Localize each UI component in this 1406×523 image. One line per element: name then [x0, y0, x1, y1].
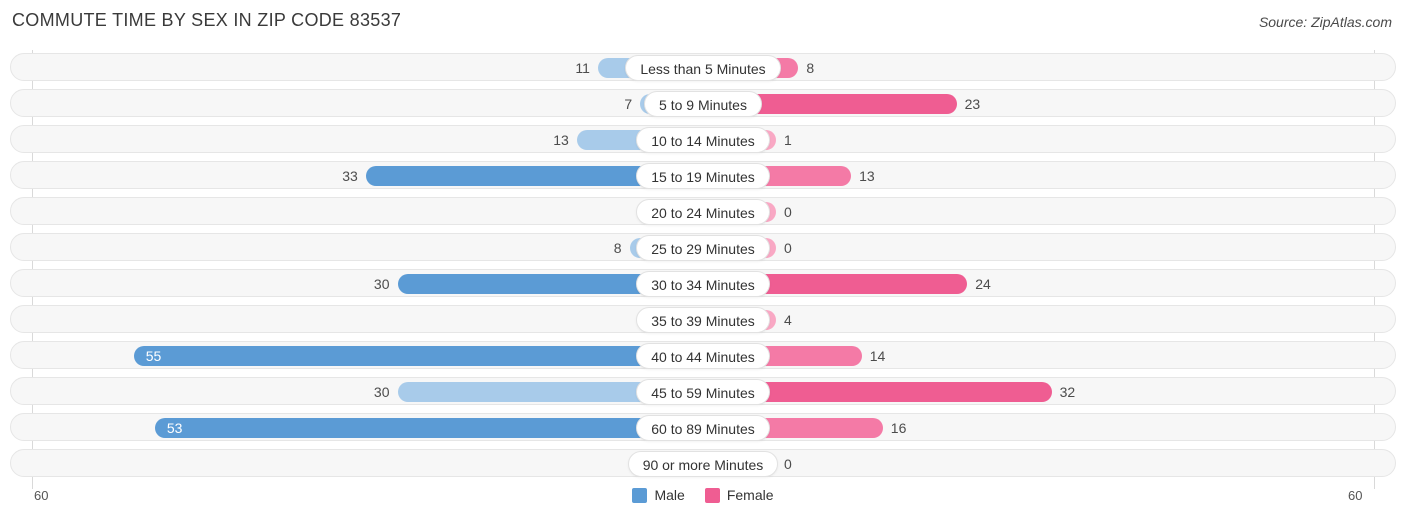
value-label-female: 4: [784, 312, 792, 328]
value-label-female: 0: [784, 456, 792, 472]
value-label-male: 11: [575, 60, 590, 76]
chart-row[interactable]: 7 23 5 to 9 Minutes: [10, 89, 1396, 117]
value-label-female: 32: [1059, 384, 1076, 400]
chart-row[interactable]: 55 14 40 to 44 Minutes: [10, 341, 1396, 369]
value-label-female: 16: [890, 420, 907, 436]
value-label-male: 55: [145, 348, 162, 364]
category-label: 10 to 14 Minutes: [636, 127, 770, 153]
legend-label-female: Female: [726, 487, 774, 503]
value-label-male: 33: [342, 168, 358, 184]
bar-male[interactable]: [154, 418, 714, 438]
chart-row[interactable]: 8 0 25 to 29 Minutes: [10, 233, 1396, 261]
category-label: 5 to 9 Minutes: [644, 91, 762, 117]
category-label: 45 to 59 Minutes: [636, 379, 770, 405]
chart-row[interactable]: 13 1 10 to 14 Minutes: [10, 125, 1396, 153]
chart-row[interactable]: 2090 or more Minutes: [10, 449, 1396, 477]
value-label-male: 8: [613, 240, 622, 256]
page-title: COMMUTE TIME BY SEX IN ZIP CODE 83537: [12, 10, 402, 30]
chart-legend: Male Female: [0, 487, 1406, 503]
legend-item-male[interactable]: Male: [632, 487, 685, 503]
legend-item-female[interactable]: Female: [704, 487, 774, 503]
chart-row[interactable]: 30 32 45 to 59 Minutes: [10, 377, 1396, 405]
category-label: 90 or more Minutes: [627, 451, 779, 477]
bar-male[interactable]: [133, 346, 714, 366]
category-label: Less than 5 Minutes: [625, 55, 781, 81]
value-label-female: 14: [869, 348, 886, 364]
chart-row[interactable]: 5435 to 39 Minutes: [10, 305, 1396, 333]
legend-swatch-female: [704, 487, 720, 503]
category-label: 30 to 34 Minutes: [636, 271, 770, 297]
legend-label-male: Male: [654, 487, 685, 503]
value-label-female: 0: [784, 204, 792, 220]
category-label: 20 to 24 Minutes: [636, 199, 770, 225]
value-label-male: 53: [166, 420, 183, 436]
legend-swatch-male: [632, 487, 648, 503]
category-label: 25 to 29 Minutes: [636, 235, 770, 261]
chart-row[interactable]: 53 16 60 to 89 Minutes: [10, 413, 1396, 441]
value-label-female: 8: [806, 60, 815, 76]
category-label: 60 to 89 Minutes: [636, 415, 770, 441]
value-label-male: 7: [624, 96, 633, 112]
category-label: 15 to 19 Minutes: [636, 163, 770, 189]
category-label: 40 to 44 Minutes: [636, 343, 770, 369]
value-label-male: 13: [553, 132, 569, 148]
chart-row[interactable]: 11 8 Less than 5 Minutes: [10, 53, 1396, 81]
category-label: 35 to 39 Minutes: [636, 307, 770, 333]
value-label-female: 24: [975, 276, 991, 292]
value-label-female: 1: [784, 132, 792, 148]
source-attribution: Source: ZipAtlas.com: [1258, 14, 1392, 30]
value-label-male: 30: [373, 384, 390, 400]
chart-plot-area: 11 8 Less than 5 Minutes 7 23 5 to 9 Minutes 1…: [0, 50, 1406, 489]
value-label-female: 0: [784, 240, 792, 256]
value-label-female: 23: [964, 96, 981, 112]
chart-row[interactable]: 30 24 30 to 34 Minutes: [10, 269, 1396, 297]
value-label-male: 30: [373, 276, 390, 292]
chart-row[interactable]: 3020 to 24 Minutes: [10, 197, 1396, 225]
value-label-female: 13: [859, 168, 875, 184]
chart-row[interactable]: 33 13 15 to 19 Minutes: [10, 161, 1396, 189]
